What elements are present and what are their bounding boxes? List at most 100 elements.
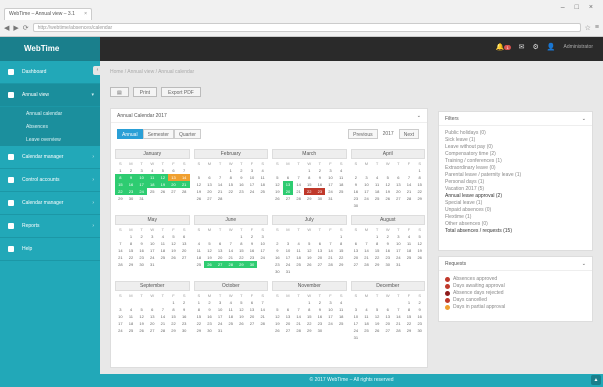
calendar-day[interactable]: 26 bbox=[272, 195, 283, 202]
calendar-day[interactable]: 29 bbox=[304, 195, 315, 202]
user-icon[interactable]: 👤 bbox=[547, 43, 556, 51]
calendar-day[interactable]: 9 bbox=[315, 174, 326, 181]
calendar-day[interactable]: 17 bbox=[215, 313, 226, 320]
calendar-day[interactable]: 1 bbox=[414, 167, 425, 174]
calendar-day[interactable]: 2 bbox=[204, 299, 215, 306]
calendar-day[interactable]: 30 bbox=[179, 327, 190, 334]
calendar-day[interactable]: 16 bbox=[136, 247, 147, 254]
calendar-day[interactable]: 21 bbox=[225, 254, 236, 261]
calendar-day[interactable]: 15 bbox=[236, 247, 247, 254]
next-year-button[interactable]: Next bbox=[398, 129, 419, 139]
star-icon[interactable]: ☆ bbox=[585, 24, 591, 32]
calendar-day[interactable]: 18 bbox=[126, 320, 137, 327]
calendar-day[interactable]: 16 bbox=[125, 181, 137, 188]
calendar-day[interactable]: 7 bbox=[393, 306, 404, 313]
calendar-day[interactable]: 28 bbox=[215, 195, 226, 202]
calendar-day[interactable]: 23 bbox=[236, 188, 247, 195]
view-semester-button[interactable]: Semester bbox=[142, 129, 174, 139]
sidebar-item-help[interactable]: Help bbox=[0, 238, 100, 261]
calendar-day[interactable]: 17 bbox=[351, 320, 362, 327]
calendar-day[interactable]: 21 bbox=[158, 320, 169, 327]
calendar-day[interactable]: 22 bbox=[194, 320, 205, 327]
calendar-day[interactable]: 17 bbox=[283, 254, 294, 261]
calendar-day[interactable]: 4 bbox=[147, 167, 158, 174]
calendar-day[interactable]: 5 bbox=[372, 306, 383, 313]
calendar-day[interactable]: 1 bbox=[115, 167, 126, 174]
calendar-day[interactable]: 6 bbox=[283, 306, 294, 313]
calendar-day[interactable]: 23 bbox=[125, 188, 137, 195]
calendar-day[interactable]: 27 bbox=[315, 261, 326, 268]
calendar-day[interactable]: 14 bbox=[325, 247, 336, 254]
calendar-day[interactable]: 25 bbox=[372, 195, 383, 202]
calendar-day[interactable]: 27 bbox=[179, 254, 190, 261]
calendar-day[interactable]: 22 bbox=[304, 320, 315, 327]
calendar-day[interactable]: 10 bbox=[215, 306, 226, 313]
view-annual-button[interactable]: Annual bbox=[117, 129, 143, 139]
calendar-day[interactable]: 29 bbox=[126, 261, 137, 268]
calendar-day[interactable]: 30 bbox=[136, 261, 147, 268]
calendar-day[interactable]: 5 bbox=[204, 240, 215, 247]
calendar-day[interactable]: 9 bbox=[414, 306, 425, 313]
settings-icon[interactable]: ⚙ bbox=[533, 43, 539, 51]
calendar-day[interactable]: 25 bbox=[361, 327, 372, 334]
calendar-day[interactable]: 7 bbox=[215, 174, 226, 181]
calendar-day[interactable]: 24 bbox=[147, 254, 158, 261]
calendar-day[interactable]: 31 bbox=[393, 261, 404, 268]
calendar-day[interactable]: 15 bbox=[168, 313, 179, 320]
calendar-day[interactable]: 15 bbox=[194, 313, 205, 320]
calendar-day[interactable]: 7 bbox=[293, 174, 304, 181]
calendar-day[interactable]: 22 bbox=[404, 320, 415, 327]
calendar-day[interactable]: 28 bbox=[293, 195, 304, 202]
calendar-day[interactable]: 29 bbox=[336, 261, 347, 268]
calendar-day[interactable]: 29 bbox=[236, 261, 247, 268]
calendar-day[interactable]: 25 bbox=[257, 188, 268, 195]
calendar-day[interactable]: 18 bbox=[146, 181, 158, 188]
calendar-day[interactable]: 8 bbox=[372, 240, 383, 247]
calendar-day[interactable]: 13 bbox=[215, 247, 226, 254]
calendar-day[interactable]: 16 bbox=[382, 247, 393, 254]
calendar-day[interactable]: 16 bbox=[179, 313, 190, 320]
calendar-day[interactable]: 21 bbox=[293, 320, 304, 327]
calendar-day[interactable]: 16 bbox=[204, 313, 215, 320]
calendar-day[interactable]: 4 bbox=[372, 174, 383, 181]
calendar-day[interactable]: 19 bbox=[194, 188, 205, 195]
sidebar-item-calendar-manager[interactable]: Calendar manager › bbox=[0, 146, 100, 169]
calendar-day[interactable]: 6 bbox=[247, 299, 258, 306]
calendar-day[interactable]: 20 bbox=[282, 188, 294, 195]
calendar-day[interactable]: 28 bbox=[404, 195, 415, 202]
calendar-day[interactable]: 25 bbox=[194, 261, 205, 268]
calendar-day[interactable]: 17 bbox=[115, 320, 126, 327]
url-input[interactable]: http://webtime/absences/calendar bbox=[32, 23, 581, 32]
calendar-day[interactable]: 12 bbox=[168, 240, 179, 247]
calendar-day[interactable]: 16 bbox=[414, 313, 425, 320]
calendar-day[interactable]: 30 bbox=[315, 195, 326, 202]
calendar-day[interactable]: 11 bbox=[336, 174, 347, 181]
calendar-day[interactable]: 9 bbox=[272, 247, 283, 254]
calendar-day[interactable]: 4 bbox=[336, 299, 347, 306]
calendar-day[interactable]: 6 bbox=[393, 174, 404, 181]
sidebar-item-reports[interactable]: Reports › bbox=[0, 215, 100, 238]
calendar-day[interactable]: 24 bbox=[325, 188, 336, 195]
calendar-day[interactable]: 2 bbox=[414, 299, 425, 306]
view-quarter-button[interactable]: Quarter bbox=[173, 129, 201, 139]
calendar-day[interactable]: 15 bbox=[372, 247, 383, 254]
calendar-day[interactable]: 9 bbox=[382, 240, 393, 247]
calendar-day[interactable]: 19 bbox=[372, 320, 383, 327]
calendar-day[interactable]: 8 bbox=[414, 174, 425, 181]
calendar-day[interactable]: 25 bbox=[404, 254, 415, 261]
calendar-day[interactable]: 18 bbox=[372, 188, 383, 195]
calendar-day[interactable]: 12 bbox=[136, 313, 147, 320]
calendar-day[interactable]: 2 bbox=[236, 167, 247, 174]
calendar-day[interactable]: 27 bbox=[214, 261, 226, 268]
calendar-day[interactable]: 16 bbox=[272, 254, 283, 261]
forward-icon[interactable]: ▶ bbox=[13, 24, 18, 32]
calendar-day[interactable]: 29 bbox=[168, 327, 179, 334]
calendar-day[interactable]: 12 bbox=[414, 240, 425, 247]
calendar-day[interactable]: 24 bbox=[247, 188, 258, 195]
calendar-day[interactable]: 1 bbox=[168, 299, 179, 306]
calendar-day[interactable]: 6 bbox=[215, 240, 226, 247]
calendar-day[interactable]: 3 bbox=[283, 240, 294, 247]
calendar-day[interactable]: 24 bbox=[136, 188, 147, 195]
calendar-day[interactable]: 24 bbox=[215, 320, 226, 327]
calendar-day[interactable]: 13 bbox=[393, 181, 404, 188]
